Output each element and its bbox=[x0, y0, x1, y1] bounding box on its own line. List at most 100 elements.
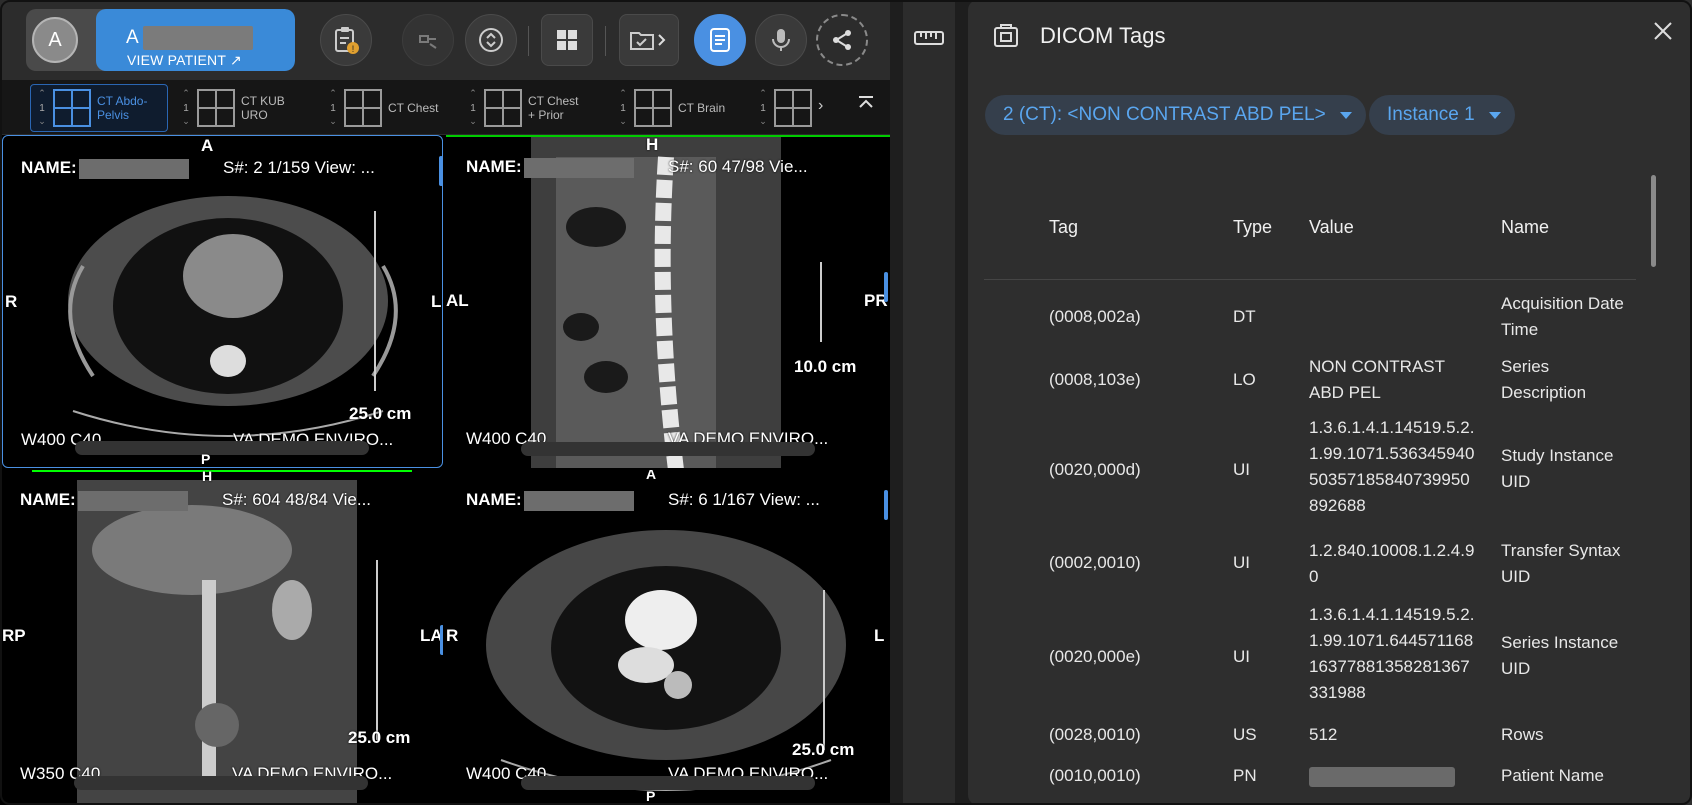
column-header-tag: Tag bbox=[1049, 217, 1079, 237]
collapse-icon[interactable] bbox=[857, 94, 875, 117]
layout-ct-chest-prior[interactable]: ⌃ 1 ⌄ CT Chest + Prior bbox=[462, 84, 592, 132]
name-cell: Series Description bbox=[1501, 357, 1587, 402]
value-cell: 1.3.6.1.4.1.14519.5.2.1.99.1071.53634594… bbox=[1309, 418, 1475, 515]
layout-stepper[interactable]: ⌃ 1 ⌄ bbox=[752, 86, 774, 130]
notes-icon[interactable] bbox=[694, 14, 746, 66]
mic-icon[interactable] bbox=[755, 14, 807, 66]
tag-cell: (0028,0010) bbox=[1049, 725, 1141, 744]
orientation-top: H bbox=[646, 135, 659, 154]
viewport-2-name: NAME: bbox=[466, 157, 634, 178]
value-redacted bbox=[1309, 766, 1455, 787]
close-icon[interactable] bbox=[1651, 19, 1675, 43]
tag-cell: (0008,103e) bbox=[1049, 370, 1141, 389]
instance-select-label: Instance 1 bbox=[1387, 104, 1475, 125]
orientation-right: L bbox=[874, 626, 885, 645]
share-icon[interactable] bbox=[816, 14, 868, 66]
viewport-4-name: NAME: bbox=[466, 490, 634, 511]
folder-check-icon[interactable] bbox=[619, 14, 679, 66]
instance-select[interactable]: Instance 1 bbox=[1369, 95, 1515, 135]
layout-label: CT Abdo- Pelvis bbox=[97, 94, 148, 122]
layout-ct-abdo-pelvis[interactable]: ⌃ 1 ⌄ CT Abdo- Pelvis bbox=[30, 84, 168, 132]
layout-label: CT Chest + Prior bbox=[528, 94, 579, 122]
name-redacted bbox=[77, 490, 188, 511]
value-cell-redacted bbox=[1309, 763, 1479, 789]
tag-cell: (0008,002a) bbox=[1049, 307, 1141, 326]
layout-stepper[interactable]: ⌃ 1 ⌄ bbox=[175, 86, 197, 130]
chevron-down-icon bbox=[1339, 112, 1352, 119]
svg-text:!: ! bbox=[352, 44, 355, 54]
tag-cell: (0010,0010) bbox=[1049, 766, 1141, 785]
layout-ct-kub-uro[interactable]: ⌃ 1 ⌄ CT KUB URO bbox=[175, 84, 295, 132]
viewport-1-series: S#: 2 1/159 View: ... bbox=[223, 158, 375, 177]
name-cell: Transfer Syntax UID bbox=[1501, 541, 1621, 586]
tag-icon bbox=[993, 22, 1019, 48]
tag-cell: (0020,000d) bbox=[1049, 460, 1141, 479]
header-divider bbox=[984, 279, 1636, 280]
layout-label: CT Chest bbox=[388, 101, 439, 115]
viewport-4[interactable]: NAME: S#: 6 1/167 View: ... A R L 25.0 c… bbox=[446, 470, 890, 805]
grid-icon[interactable] bbox=[541, 14, 593, 66]
type-cell: UI bbox=[1233, 647, 1250, 666]
slice-scroll-handle[interactable] bbox=[884, 272, 888, 302]
layout-stepper[interactable]: ⌃ 1 ⌄ bbox=[462, 86, 484, 130]
plug-icon[interactable] bbox=[402, 14, 454, 66]
name-cell: Patient Name bbox=[1501, 766, 1604, 785]
sort-icon[interactable] bbox=[465, 14, 517, 66]
view-patient-link[interactable]: VIEW PATIENT ↗ bbox=[127, 52, 242, 69]
orientation-left: AL bbox=[446, 291, 469, 310]
viewport-3-series: S#: 604 48/84 Vie... bbox=[222, 490, 372, 509]
orientation-bottom: P bbox=[201, 451, 211, 467]
layout-ct-chest[interactable]: ⌃ 1 ⌄ CT Chest bbox=[322, 84, 452, 132]
viewport-2[interactable]: NAME: S#: 60 47/98 Vie... H AL PR 10.0 c… bbox=[446, 135, 890, 468]
value-cell: 1.3.6.1.4.1.14519.5.2.1.99.1071.64457116… bbox=[1309, 605, 1475, 702]
column-header-name: Name bbox=[1501, 217, 1550, 237]
viewport-3-name: NAME: bbox=[20, 490, 188, 511]
patient-name: A bbox=[126, 27, 139, 48]
slice-scroll-handle[interactable] bbox=[439, 156, 442, 186]
tags-scrollbar[interactable] bbox=[1651, 175, 1656, 267]
layout-more[interactable]: ⌃ 1 ⌄ bbox=[752, 84, 822, 132]
grid-layout-icon bbox=[344, 89, 382, 127]
image-viewer: A A VIEW PATIENT ↗ ! ⌃ 1 ⌄ CT Abdo- Pelv… bbox=[0, 0, 890, 805]
ct-coronal-image bbox=[77, 480, 378, 805]
layout-stepper[interactable]: ⌃ 1 ⌄ bbox=[612, 86, 634, 130]
viewer-toolbar: A A VIEW PATIENT ↗ ! bbox=[0, 0, 890, 80]
viewport-2-series: S#: 60 47/98 Vie... bbox=[668, 157, 808, 176]
viewport-scrollbar[interactable] bbox=[521, 776, 815, 790]
column-header-value: Value bbox=[1309, 217, 1354, 237]
table-row: (0020,000e) UI 1.3.6.1.4.1.14519.5.2.1.9… bbox=[984, 602, 1636, 712]
viewport-1-name: NAME: bbox=[21, 158, 189, 179]
series-select-label: 2 (CT): <NON CONTRAST ABD PEL> bbox=[1003, 104, 1326, 125]
table-row: (0010,0010) PN Patient Name bbox=[984, 763, 1636, 793]
viewport-scrollbar[interactable] bbox=[75, 441, 369, 455]
chevron-right-icon[interactable]: › bbox=[818, 97, 823, 115]
table-row: (0028,0010) US 512 Rows bbox=[984, 722, 1636, 752]
layout-ct-brain[interactable]: ⌃ 1 ⌄ CT Brain bbox=[612, 84, 742, 132]
scale-label: 10.0 cm bbox=[794, 357, 857, 376]
name-redacted bbox=[523, 490, 634, 511]
table-row: (0008,002a) DT Acquisition Date Time bbox=[984, 287, 1636, 347]
viewport-1[interactable]: NAME: S#: 2 1/159 View: ... A R L 25.0 c… bbox=[2, 135, 443, 468]
ruler-icon[interactable] bbox=[913, 24, 945, 52]
viewport-scrollbar[interactable] bbox=[521, 442, 815, 456]
viewport-scrollbar[interactable] bbox=[74, 776, 368, 790]
slice-scroll-handle[interactable] bbox=[884, 490, 888, 520]
layout-stepper[interactable]: ⌃ 1 ⌄ bbox=[322, 86, 344, 130]
table-row: (0008,103e) LO NON CONTRAST ABD PEL Seri… bbox=[984, 350, 1636, 410]
slice-scroll-handle[interactable] bbox=[440, 625, 443, 655]
layout-stepper[interactable]: ⌃ 1 ⌄ bbox=[31, 86, 53, 130]
orientation-left: R bbox=[5, 292, 18, 311]
orientation-top: A bbox=[646, 470, 657, 482]
patient-card[interactable]: A A VIEW PATIENT ↗ bbox=[26, 9, 295, 71]
name-redacted bbox=[78, 158, 189, 179]
orientation-left: R bbox=[446, 626, 459, 645]
series-select[interactable]: 2 (CT): <NON CONTRAST ABD PEL> bbox=[985, 95, 1366, 135]
grid-layout-icon bbox=[53, 89, 91, 127]
clipboard-alert-icon[interactable]: ! bbox=[320, 14, 372, 66]
grid-layout-icon bbox=[774, 89, 812, 127]
table-row: (0002,0010) UI 1.2.840.10008.1.2.4.90 Tr… bbox=[984, 538, 1636, 598]
name-cell: Acquisition Date Time bbox=[1501, 294, 1624, 339]
viewport-3[interactable]: NAME: S#: 604 48/84 Vie... H RP LA 25.0 … bbox=[2, 470, 443, 805]
tag-cell: (0002,0010) bbox=[1049, 553, 1141, 572]
panel-title: DICOM Tags bbox=[1040, 23, 1166, 48]
